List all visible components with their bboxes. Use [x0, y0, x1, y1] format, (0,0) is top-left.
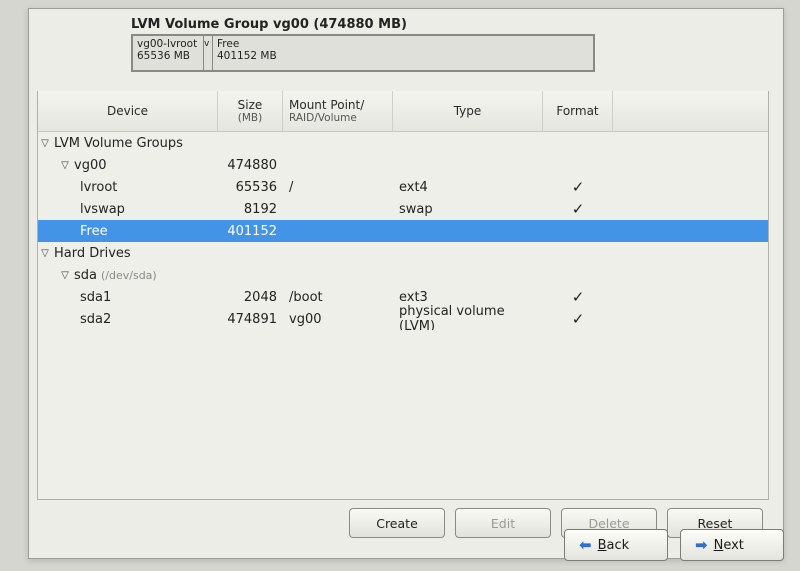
- back-button[interactable]: ⬅Back: [564, 529, 668, 561]
- diskmap-seg-label: vg00-lvroot: [137, 38, 199, 50]
- diskmap-seg-lvroot[interactable]: vg00-lvroot 65536 MB: [133, 36, 204, 70]
- row-free[interactable]: Free 401152: [38, 220, 768, 242]
- col-type[interactable]: Type: [393, 91, 543, 131]
- table-header: Device Size(MB) Mount Point/RAID/Volume …: [38, 91, 768, 132]
- partition-table: Device Size(MB) Mount Point/RAID/Volume …: [37, 91, 769, 500]
- row-lvm-groups[interactable]: ▽LVM Volume Groups: [38, 132, 768, 154]
- table-body: ▽LVM Volume Groups ▽vg00 474880 lvroot 6…: [38, 132, 768, 330]
- row-lvroot[interactable]: lvroot 65536 / ext4 ✓: [38, 176, 768, 198]
- diskmap-seg-size: 401152 MB: [217, 50, 589, 62]
- row-lvswap[interactable]: lvswap 8192 swap ✓: [38, 198, 768, 220]
- row-hard-drives[interactable]: ▽Hard Drives: [38, 242, 768, 264]
- diskmap-seg-label: v: [204, 38, 212, 50]
- checkmark-icon: ✓: [543, 310, 613, 328]
- expander-icon[interactable]: ▽: [40, 248, 50, 259]
- arrow-left-icon: ⬅: [579, 536, 592, 554]
- row-sda[interactable]: ▽sda(/dev/sda): [38, 264, 768, 286]
- diskmap-seg-lvswap[interactable]: v: [204, 36, 213, 70]
- diskmap-title: LVM Volume Group vg00 (474880 MB): [131, 17, 777, 32]
- checkmark-icon: ✓: [543, 178, 613, 196]
- col-device[interactable]: Device: [38, 91, 218, 131]
- checkmark-icon: ✓: [543, 200, 613, 218]
- diskmap-seg-free[interactable]: Free 401152 MB: [213, 36, 593, 70]
- col-format[interactable]: Format: [543, 91, 613, 131]
- col-mountpoint[interactable]: Mount Point/RAID/Volume: [283, 91, 393, 131]
- nav-bar: ⬅Back ➡Next: [564, 529, 784, 561]
- diskmap-seg-label: Free: [217, 38, 589, 50]
- expander-icon[interactable]: ▽: [40, 138, 50, 149]
- edit-button: Edit: [455, 508, 551, 538]
- diskmap-seg-size: 65536 MB: [137, 50, 199, 62]
- expander-icon[interactable]: ▽: [60, 160, 70, 171]
- arrow-right-icon: ➡: [695, 536, 708, 554]
- expander-icon[interactable]: ▽: [60, 270, 70, 281]
- create-button[interactable]: Create: [349, 508, 445, 538]
- next-button[interactable]: ➡Next: [680, 529, 784, 561]
- row-sda2[interactable]: sda2 474891 vg00 physical volume (LVM) ✓: [38, 308, 768, 330]
- row-vg00[interactable]: ▽vg00 474880: [38, 154, 768, 176]
- diskmap-bar: vg00-lvroot 65536 MB v Free 401152 MB: [131, 34, 595, 72]
- col-size[interactable]: Size(MB): [218, 91, 283, 131]
- checkmark-icon: ✓: [543, 288, 613, 306]
